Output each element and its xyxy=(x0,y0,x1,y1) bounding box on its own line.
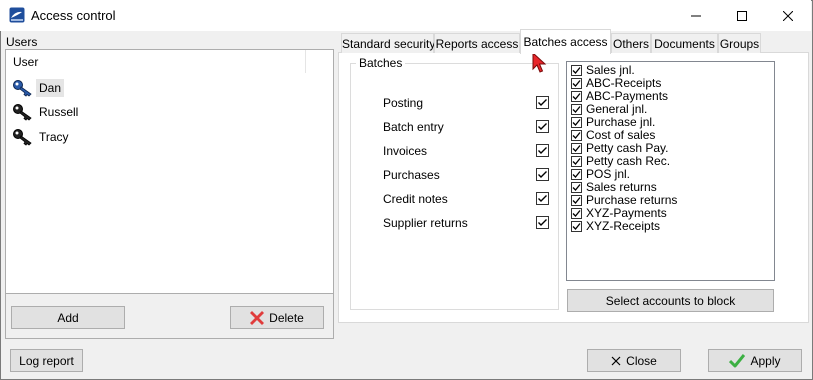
batches-group-title: Batches xyxy=(356,56,406,70)
tab-label: Documents xyxy=(654,37,715,51)
select-accounts-to-block-button[interactable]: Select accounts to block xyxy=(567,289,774,312)
account-checkbox[interactable] xyxy=(571,221,582,232)
window-title: Access control xyxy=(31,8,116,23)
check-icon xyxy=(538,195,547,202)
user-row-tracy[interactable]: Tracy xyxy=(12,125,72,149)
batches-group xyxy=(350,63,559,310)
account-label: XYZ-Receipts xyxy=(586,219,661,233)
account-checkbox[interactable] xyxy=(571,130,582,141)
tab-standard-security[interactable]: Standard security xyxy=(341,33,436,53)
mouse-cursor-icon xyxy=(532,51,548,77)
minimize-icon xyxy=(691,15,701,16)
check-icon xyxy=(538,147,547,154)
user-row-russell[interactable]: Russell xyxy=(12,100,81,124)
tab-label: Standard security xyxy=(342,37,436,51)
close-button[interactable]: Close xyxy=(587,349,681,372)
user-name: Russell xyxy=(39,105,79,119)
delete-label: Delete xyxy=(269,310,304,325)
key-icon xyxy=(13,104,32,121)
check-icon xyxy=(538,99,547,106)
key-icon xyxy=(13,80,32,97)
option-credit-notes-checkbox[interactable] xyxy=(536,192,549,205)
close-label: Close xyxy=(626,353,657,368)
close-window-button[interactable] xyxy=(765,0,811,31)
users-list[interactable]: User Dan Russell Tracy xyxy=(5,49,334,294)
delete-user-button[interactable]: Delete xyxy=(230,306,324,329)
user-name: Dan xyxy=(36,79,65,97)
check-icon xyxy=(538,171,547,178)
tab-groups[interactable]: Groups xyxy=(718,33,761,53)
apply-label: Apply xyxy=(750,353,781,368)
tab-label: Groups xyxy=(719,37,760,51)
apply-button[interactable]: Apply xyxy=(708,349,802,372)
minimize-button[interactable] xyxy=(673,0,719,31)
app-icon xyxy=(9,7,25,23)
account-checkbox[interactable] xyxy=(571,195,582,206)
accounts-checklist[interactable]: Sales jnl. ABC-Receipts ABC-Payments Genera… xyxy=(566,61,775,281)
delete-x-icon xyxy=(250,310,265,325)
maximize-icon xyxy=(737,10,747,21)
option-batch-entry-label: Batch entry xyxy=(383,120,444,134)
account-checkbox[interactable] xyxy=(571,65,582,76)
tab-batches-access[interactable]: Batches access xyxy=(520,29,611,54)
tab-documents[interactable]: Documents xyxy=(651,33,718,53)
option-purchases-checkbox[interactable] xyxy=(536,168,549,181)
add-label: Add xyxy=(57,310,79,325)
option-invoices-checkbox[interactable] xyxy=(536,144,549,157)
tab-label: Batches access xyxy=(523,35,608,49)
tab-label: Others xyxy=(612,37,649,51)
account-item[interactable]: XYZ-Receipts xyxy=(571,220,660,233)
option-invoices-label: Invoices xyxy=(383,144,428,158)
user-row-dan[interactable]: Dan xyxy=(12,76,65,100)
option-posting-checkbox[interactable] xyxy=(536,96,549,109)
account-checkbox[interactable] xyxy=(571,78,582,89)
account-checkbox[interactable] xyxy=(571,156,582,167)
tab-label: Reports access xyxy=(435,37,519,51)
key-icon xyxy=(13,129,32,146)
log-report-label: Log report xyxy=(19,353,74,368)
account-checkbox[interactable] xyxy=(571,91,582,102)
check-icon xyxy=(538,123,547,130)
account-checkbox[interactable] xyxy=(571,208,582,219)
account-checkbox[interactable] xyxy=(571,104,582,115)
user-name: Tracy xyxy=(39,130,69,144)
account-checkbox[interactable] xyxy=(571,143,582,154)
check-apply-icon xyxy=(729,353,746,368)
users-section-label: Users xyxy=(6,35,38,49)
account-checkbox[interactable] xyxy=(571,117,582,128)
log-report-button[interactable]: Log report xyxy=(10,349,83,372)
option-batch-entry-checkbox[interactable] xyxy=(536,120,549,133)
option-purchases-label: Purchases xyxy=(383,168,440,182)
close-x-icon xyxy=(611,356,621,366)
check-icon xyxy=(538,219,547,226)
account-checkbox[interactable] xyxy=(571,169,582,180)
option-supplier-returns-label: Supplier returns xyxy=(383,216,468,230)
tab-others[interactable]: Others xyxy=(611,33,651,53)
option-supplier-returns-checkbox[interactable] xyxy=(536,216,549,229)
users-column-header[interactable]: User xyxy=(6,50,306,73)
maximize-button[interactable] xyxy=(719,0,765,31)
add-user-button[interactable]: Add xyxy=(11,306,125,329)
option-credit-notes-label: Credit notes xyxy=(383,192,448,206)
select-accounts-label: Select accounts to block xyxy=(605,293,736,308)
account-checkbox[interactable] xyxy=(571,182,582,193)
tab-reports-access[interactable]: Reports access xyxy=(434,33,520,53)
close-icon xyxy=(783,10,793,21)
option-posting-label: Posting xyxy=(383,96,424,110)
